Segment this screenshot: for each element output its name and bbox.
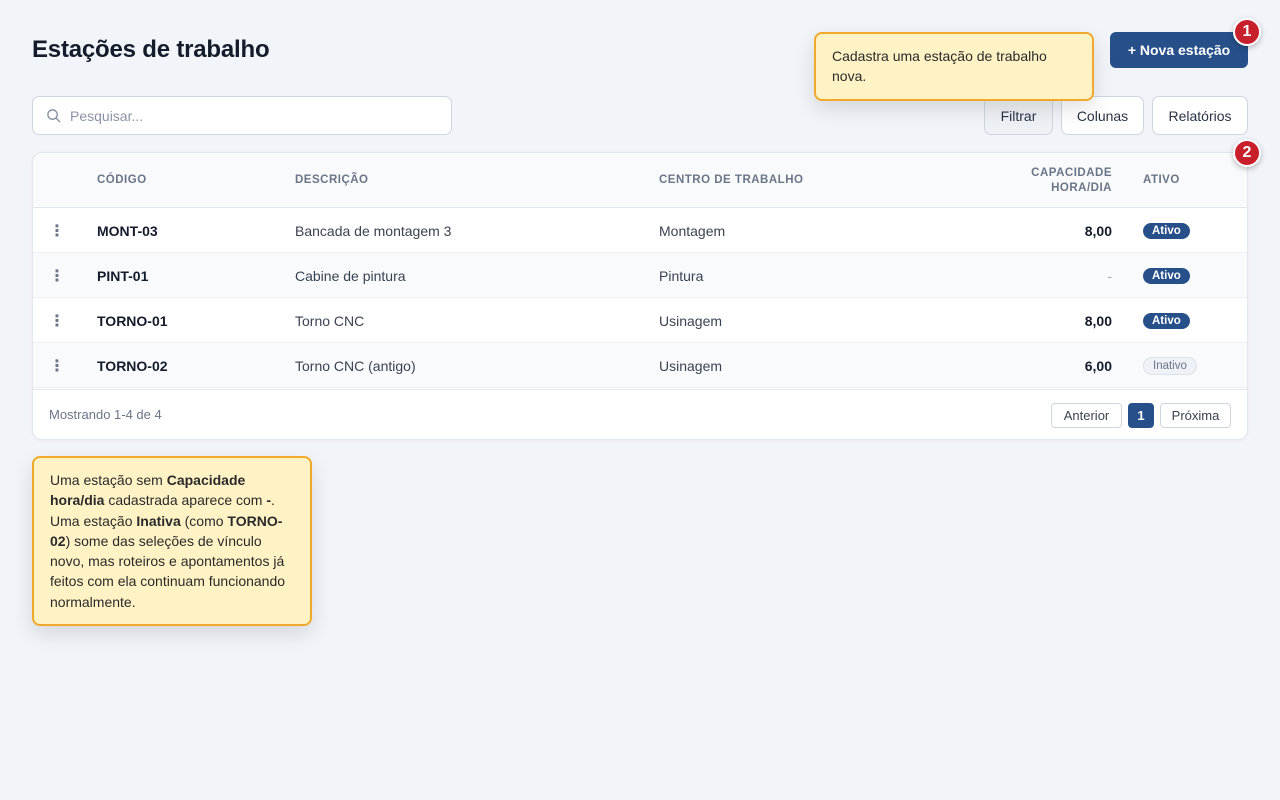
status-cell: Ativo (1143, 298, 1190, 343)
station-capacity: 6,00 (1084, 357, 1112, 374)
station-code: TORNO-01 (97, 312, 168, 329)
column-header-active[interactable]: ATIVO (1143, 174, 1180, 186)
station-description: Torno CNC (295, 312, 365, 329)
station-description: Cabine de pintura (295, 267, 406, 284)
table-header: CÓDIGO DESCRIÇÃO CENTRO DE TRABALHO CAPA… (33, 153, 1247, 208)
row-menu-icon[interactable]: ⋮ (49, 208, 65, 253)
status-badge: Ativo (1143, 222, 1190, 239)
note-bold-inactive: Inativa (136, 512, 181, 529)
page-title: Estações de trabalho (32, 36, 270, 63)
note-text: Uma estação sem (50, 472, 167, 488)
station-code: TORNO-02 (97, 357, 168, 374)
station-work-center: Usinagem (659, 312, 723, 329)
new-station-button[interactable]: + Nova estação (1110, 32, 1248, 68)
pagination-info: Mostrando 1-4 de 4 (49, 407, 162, 422)
status-badge: Ativo (1143, 267, 1190, 284)
table-row[interactable]: ⋮ PINT-01 Cabine de pintura Pintura - At… (33, 253, 1247, 298)
step-marker-1: 1 (1233, 18, 1261, 46)
page-1-button[interactable]: 1 (1128, 403, 1154, 428)
station-code: PINT-01 (97, 267, 149, 284)
row-menu-icon[interactable]: ⋮ (49, 253, 65, 298)
next-page-button[interactable]: Próxima (1160, 403, 1231, 428)
search-box[interactable] (32, 96, 452, 135)
reports-button[interactable]: Relatórios (1152, 96, 1248, 135)
table-note-tooltip: Uma estação sem Capacidade hora/dia cada… (32, 456, 312, 626)
status-cell: Ativo (1143, 253, 1190, 298)
table-row[interactable]: ⋮ MONT-03 Bancada de montagem 3 Montagem… (33, 208, 1247, 253)
stations-table: CÓDIGO DESCRIÇÃO CENTRO DE TRABALHO CAPA… (32, 152, 1248, 440)
note-text: (como (180, 512, 228, 529)
step-marker-2: 2 (1233, 139, 1261, 167)
station-code: MONT-03 (97, 222, 158, 239)
station-work-center: Montagem (659, 222, 726, 239)
table-row[interactable]: ⋮ TORNO-02 Torno CNC (antigo) Usinagem 6… (33, 343, 1247, 388)
status-cell: Ativo (1143, 208, 1190, 253)
previous-page-button[interactable]: Anterior (1051, 403, 1122, 428)
column-header-work-center[interactable]: CENTRO DE TRABALHO (659, 174, 803, 186)
table-row[interactable]: ⋮ TORNO-01 Torno CNC Usinagem 8,00 Ativo (33, 298, 1247, 343)
table-footer: Mostrando 1-4 de 4 Anterior 1 Próxima (33, 389, 1247, 439)
status-cell: Inativo (1143, 343, 1197, 388)
station-work-center: Pintura (659, 267, 704, 284)
note-text: ) some das seleções de vínculo novo, mas… (50, 532, 286, 610)
station-description: Bancada de montagem 3 (295, 222, 452, 239)
column-header-capacity-line2: HORA/DIA (1051, 182, 1112, 194)
row-menu-icon[interactable]: ⋮ (49, 298, 65, 343)
column-header-code[interactable]: CÓDIGO (97, 174, 147, 186)
row-menu-icon[interactable]: ⋮ (49, 343, 65, 388)
column-header-capacity-line1: CAPACIDADE (1031, 167, 1112, 179)
new-station-tooltip: Cadastra uma estação de trabalho nova. (814, 32, 1094, 101)
status-badge: Ativo (1143, 312, 1190, 329)
search-input[interactable] (70, 107, 430, 124)
station-work-center: Usinagem (659, 357, 723, 374)
column-header-description[interactable]: DESCRIÇÃO (295, 174, 369, 186)
station-capacity: - (1107, 267, 1112, 284)
station-capacity: 8,00 (1084, 312, 1112, 329)
filter-button[interactable]: Filtrar (984, 96, 1053, 135)
columns-button[interactable]: Colunas (1061, 96, 1144, 135)
search-icon (47, 109, 61, 123)
station-description: Torno CNC (antigo) (295, 357, 416, 374)
station-capacity: 8,00 (1084, 222, 1112, 239)
column-header-capacity[interactable]: CAPACIDADE HORA/DIA (933, 166, 1112, 196)
status-badge: Inativo (1143, 356, 1197, 375)
note-text: cadastrada aparece com (104, 492, 267, 509)
